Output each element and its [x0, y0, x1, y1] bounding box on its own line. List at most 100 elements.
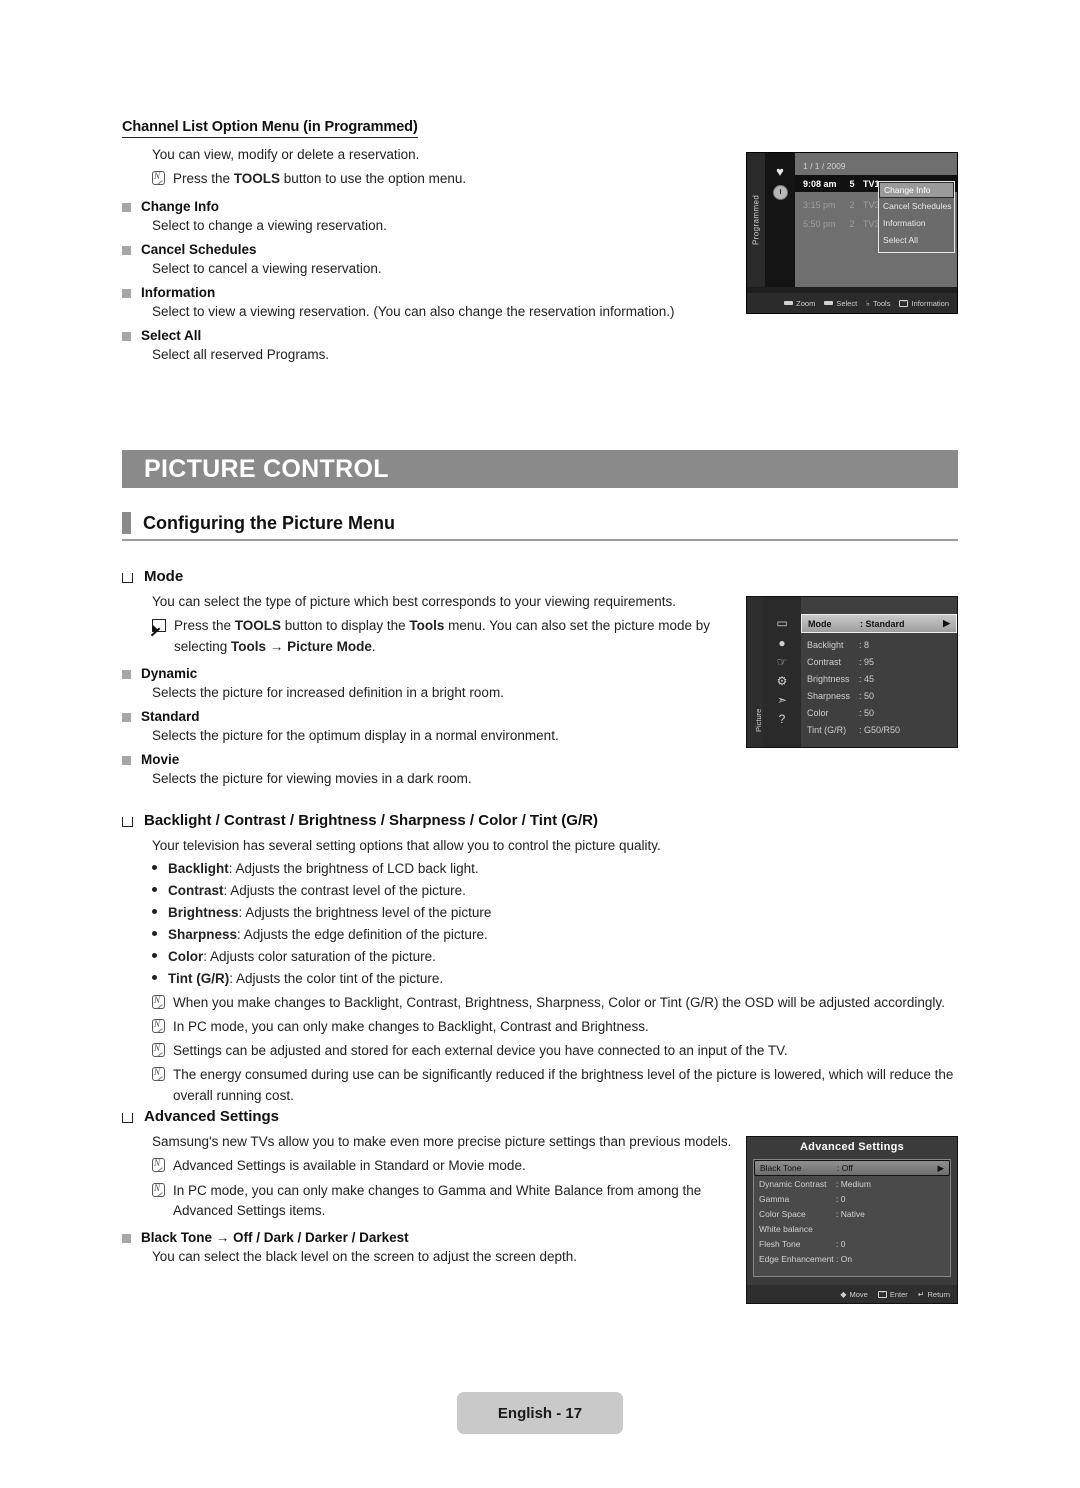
chapter-banner: PICTURE CONTROL	[122, 450, 958, 488]
row-value: : On	[836, 1253, 853, 1264]
row-value: : 95	[859, 656, 875, 667]
sound-icon[interactable]: ●	[772, 635, 792, 650]
row-value: : Medium	[836, 1178, 871, 1189]
row-value: : G50/R50	[859, 724, 901, 735]
row-value: : 8	[859, 639, 870, 650]
row-key: Color Space	[759, 1208, 806, 1219]
row-channel: 2	[849, 199, 855, 210]
footer-tools: ♭ Tools	[866, 298, 891, 308]
osd-menu-item-select-all[interactable]: Select All	[879, 232, 954, 249]
chevron-right-icon: ▶	[943, 618, 950, 628]
list-item: Cancel Schedules	[122, 242, 742, 257]
osd-menu-item-change-info[interactable]: Change Info	[879, 182, 954, 198]
list-item: Standard	[122, 709, 742, 724]
item-label: Movie	[141, 751, 180, 767]
programmed-osd-screenshot: Programmed ♥ 1 / 1 / 2009 9:08 am 5 TV1 …	[746, 152, 958, 314]
footer-return: ↵ Return	[917, 1289, 950, 1299]
row-time: 5:50 pm	[803, 218, 836, 229]
round-bullet-icon	[152, 975, 157, 981]
subsection-title: Configuring the Picture Menu	[143, 512, 395, 533]
osd-title: Advanced Settings	[799, 1141, 905, 1153]
tools-icon	[152, 616, 166, 657]
backlight-heading: Backlight / Contrast / Brightness / Shar…	[144, 812, 598, 829]
round-bullet-icon	[152, 864, 157, 870]
note-text: Settings can be adjusted and stored for …	[173, 1043, 788, 1059]
list-item: Movie	[122, 752, 742, 767]
note-text: Advanced Settings is available in Standa…	[173, 1158, 526, 1174]
osd-side-label: Picture	[747, 597, 763, 747]
advanced-heading-row: Advanced Settings	[122, 1108, 742, 1125]
osd-row-sharpness[interactable]: Sharpness : 50	[801, 687, 957, 704]
osd-row-gamma[interactable]: Gamma : 0	[754, 1191, 950, 1206]
enter-icon	[877, 1289, 887, 1298]
list-item: Dynamic	[122, 666, 742, 681]
list-item: Change Info	[122, 199, 742, 214]
row-channel: 5	[849, 178, 855, 189]
updown-icon: ◆	[840, 1289, 847, 1299]
bullet-desc: : Adjusts color saturation of the pictur…	[203, 949, 436, 964]
osd-row-dynamic-contrast[interactable]: Dynamic Contrast : Medium	[754, 1176, 950, 1191]
chapter-title: PICTURE CONTROL	[144, 454, 389, 483]
support-icon[interactable]: ?	[772, 711, 792, 726]
osd-row-color-space[interactable]: Color Space : Native	[754, 1206, 950, 1221]
osd-row-contrast[interactable]: Contrast : 95	[801, 653, 957, 670]
osd-row-backlight[interactable]: Backlight : 8	[801, 636, 957, 653]
osd-row-color[interactable]: Color : 50	[801, 704, 957, 721]
picture-icon[interactable]: ▭	[772, 615, 792, 630]
note-row: In PC mode, you can only make changes to…	[152, 1181, 742, 1222]
osd-row-tint[interactable]: Tint (G/R) : G50/R50	[801, 721, 957, 738]
osd-menu-item-information[interactable]: Information	[879, 215, 954, 232]
bullet-term: Brightness	[168, 904, 239, 920]
row-value: : Off	[837, 1163, 853, 1173]
input-icon[interactable]: ➣	[772, 692, 792, 707]
note-row: Advanced Settings is available in Standa…	[152, 1156, 742, 1176]
footer-information: Information	[899, 298, 949, 308]
footer-enter: Enter	[877, 1289, 908, 1299]
round-bullet-icon	[152, 953, 157, 958]
square-bullet-icon	[122, 331, 131, 341]
note-icon	[152, 1156, 165, 1176]
item-label: Change Info	[141, 198, 219, 214]
osd-menu-item-cancel-schedules[interactable]: Cancel Schedules	[879, 198, 954, 215]
row-key: Dynamic Contrast	[759, 1178, 827, 1189]
backlight-intro: Your television has several setting opti…	[152, 838, 661, 853]
osd-footer-bar: Zoom Select ♭ Tools Information	[747, 293, 957, 313]
osd-date: 1 / 1 / 2009	[803, 161, 846, 171]
row-key: Black Tone	[760, 1163, 802, 1173]
clock-icon	[773, 185, 788, 200]
osd-option-menu: Change Info Cancel Schedules Information…	[878, 181, 955, 253]
bullet-term: Backlight	[168, 860, 229, 876]
row-value: : Standard	[860, 618, 905, 629]
mode-heading-row: Mode	[122, 568, 742, 585]
row-key: Edge Enhancement	[759, 1253, 834, 1264]
note-icon	[152, 1041, 165, 1061]
footer-select: Select	[824, 299, 857, 308]
mode-heading: Mode	[144, 568, 184, 585]
osd-row-white-balance[interactable]: White balance	[754, 1221, 950, 1236]
item-desc: You can select the black level on the sc…	[152, 1249, 578, 1264]
note-row: Press the TOOLS button to use the option…	[152, 169, 742, 189]
note-text: In PC mode, you can only make changes to…	[173, 1182, 702, 1218]
osd-icon-column: ▭ ● ☞ ⚙ ➣ ?	[763, 597, 801, 747]
osd-row-brightness[interactable]: Brightness : 45	[801, 670, 957, 687]
heart-icon: ♥	[776, 164, 784, 179]
osd-settings-rows: Mode : Standard ▶ Backlight : 8 Contrast…	[801, 597, 957, 747]
osd-row-edge-enhancement[interactable]: Edge Enhancement : On	[754, 1251, 950, 1266]
item-label: Select All	[141, 327, 202, 343]
note-text: Press the TOOLS button to use the option…	[173, 171, 467, 187]
osd-row-flesh-tone[interactable]: Flesh Tone : 0	[754, 1236, 950, 1251]
item-desc: Selects the picture for the optimum disp…	[152, 727, 559, 743]
item-desc: Select to view a viewing reservation. (Y…	[152, 303, 675, 319]
channel-icon[interactable]: ☞	[772, 654, 792, 669]
row-key: Flesh Tone	[759, 1238, 801, 1249]
square-bullet-icon	[122, 669, 131, 679]
osd-row-black-tone[interactable]: Black Tone : Off ▶	[754, 1160, 950, 1176]
square-bullet-icon	[122, 712, 131, 722]
enter-icon	[899, 298, 909, 307]
square-bullet-icon	[122, 245, 131, 255]
open-square-bullet-icon	[122, 573, 133, 583]
setup-icon[interactable]: ⚙	[772, 673, 792, 688]
osd-side-label: Programmed	[747, 153, 765, 287]
osd-row-mode[interactable]: Mode : Standard ▶	[801, 614, 957, 633]
note-icon	[152, 169, 165, 189]
